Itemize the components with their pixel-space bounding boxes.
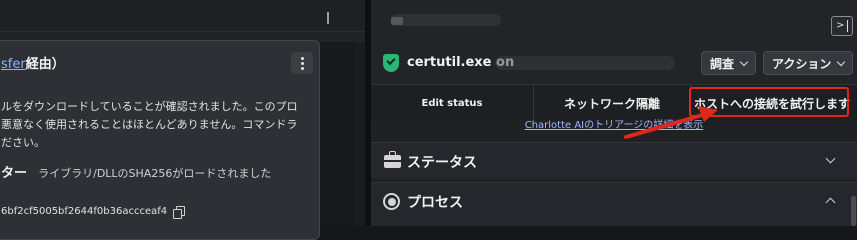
- process-section-label: プロセス: [407, 195, 463, 211]
- detail-topbar: >: [371, 0, 857, 40]
- collapse-panel-icon[interactable]: >: [831, 16, 853, 36]
- indicator-value: ライブラリ/DLLのSHA256がロードされました: [38, 167, 272, 180]
- process-section-header[interactable]: プロセス: [371, 182, 857, 226]
- actions-dropdown-button[interactable]: アクション: [763, 51, 854, 75]
- chevron-down-icon: [837, 57, 846, 66]
- action-bar: Edit status ネットワーク隔離 ホストへの接続を試行します: [371, 84, 857, 121]
- shield-check-icon: [383, 54, 399, 72]
- redacted-breadcrumb: [391, 14, 501, 26]
- description-line: 悪意なく使用されることはほとんどありません。コマンドラ: [1, 118, 298, 131]
- card-title-suffix: 経由）: [25, 57, 65, 72]
- card-title: sfer経由）: [1, 53, 65, 72]
- kebab-menu-icon[interactable]: [291, 52, 313, 74]
- redacted-breadcrumb-icon: [391, 17, 403, 25]
- investigate-dropdown-button[interactable]: 調査: [701, 51, 757, 75]
- edit-status-button[interactable]: Edit status: [371, 85, 533, 121]
- toolbar-divider: [327, 12, 329, 24]
- actions-label: アクション: [772, 56, 832, 71]
- chevron-up-icon: [825, 197, 836, 208]
- left-scrollbar[interactable]: [355, 42, 365, 226]
- redacted-hostname: [495, 56, 675, 70]
- hash-row: 6bf2cf5005bf2644f0b36accceaf4: [1, 206, 186, 219]
- network-isolate-button[interactable]: ネットワーク隔離: [534, 85, 690, 121]
- right-scrollbar[interactable]: [851, 196, 856, 226]
- app-window: sfer経由） ルをダウンロードしていることが確認されました。このプロ 悪意なく…: [0, 0, 857, 240]
- description-line: ルをダウンロードしていることが確認されました。このプロ: [1, 100, 298, 113]
- status-section-header[interactable]: ステータス: [371, 142, 857, 178]
- chevron-down-icon: [825, 153, 836, 164]
- card-title-link[interactable]: sfer: [1, 57, 26, 72]
- triage-details-link[interactable]: Charlotte AIのトリアージの詳細を表示: [371, 120, 857, 136]
- indicator-row: ター ライブラリ/DLLのSHA256がロードされました: [1, 162, 271, 181]
- connect-to-host-button[interactable]: ホストへの接続を試行します: [691, 85, 853, 121]
- investigate-label: 調査: [710, 56, 735, 71]
- card-description: ルをダウンロードしていることが確認されました。このプロ 悪意なく使用されることは…: [1, 98, 311, 152]
- briefcase-icon: [384, 151, 401, 168]
- left-toolbar: [0, 0, 365, 32]
- detail-header: certutil.exe on 調査 アクション: [371, 40, 857, 84]
- detection-detail-panel: > certutil.exe on 調査 アクション Edit status ネ…: [371, 0, 857, 226]
- detection-card: sfer経由） ルをダウンロードしていることが確認されました。このプロ 悪意なく…: [0, 40, 320, 240]
- radio-target-icon: [383, 193, 400, 210]
- chevron-down-icon: [739, 57, 749, 66]
- description-line: ださい。: [1, 136, 45, 149]
- status-section-label: ステータス: [407, 155, 477, 171]
- copy-icon[interactable]: [173, 206, 186, 219]
- indicator-label: ター: [1, 166, 28, 181]
- hash-value: 6bf2cf5005bf2644f0b36accceaf4: [1, 206, 168, 217]
- detection-list-panel: sfer経由） ルをダウンロードしていることが確認されました。このプロ 悪意なく…: [0, 0, 365, 240]
